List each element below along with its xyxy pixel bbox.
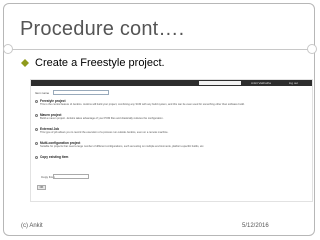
- title-divider: [10, 49, 313, 50]
- radio-icon[interactable]: [35, 128, 38, 131]
- slide-title: Procedure cont….: [20, 18, 185, 40]
- radio-icon[interactable]: [35, 100, 38, 103]
- divider-dot-right: [307, 44, 317, 54]
- option-description: Build a maven project. Jenkins takes adv…: [40, 117, 164, 120]
- user-name-link[interactable]: Ankit Vakhatha: [251, 80, 271, 86]
- copy-from-input[interactable]: [53, 174, 89, 179]
- option-description: This is the central feature of Jenkins. …: [40, 103, 245, 106]
- bullet-item: Create a Freestyle project.: [21, 57, 165, 69]
- radio-icon[interactable]: [35, 142, 38, 145]
- ok-button[interactable]: OK: [37, 185, 46, 190]
- item-name-label: Item name: [35, 91, 50, 95]
- jenkins-header-bar: Ankit Vakhatha log out: [31, 80, 312, 86]
- divider-dot-left: [3, 44, 13, 54]
- logout-link[interactable]: log out: [289, 80, 298, 86]
- footer-author: (c) Ankit: [21, 223, 43, 229]
- option-description: Suitable for projects that need a large …: [40, 145, 205, 148]
- bullet-text: Create a Freestyle project.: [35, 57, 165, 69]
- option-description: This type of job allows you to record th…: [40, 131, 169, 134]
- footer-date: 5/12/2016: [242, 223, 269, 229]
- option-name: Copy existing Item: [40, 155, 69, 159]
- item-name-input[interactable]: [53, 90, 109, 95]
- search-input[interactable]: [199, 81, 241, 85]
- radio-icon[interactable]: [35, 156, 38, 159]
- jenkins-new-item-screenshot: Ankit Vakhatha log out Item name Freesty…: [30, 79, 313, 202]
- radio-icon[interactable]: [35, 114, 38, 117]
- diamond-bullet-icon: [21, 59, 29, 67]
